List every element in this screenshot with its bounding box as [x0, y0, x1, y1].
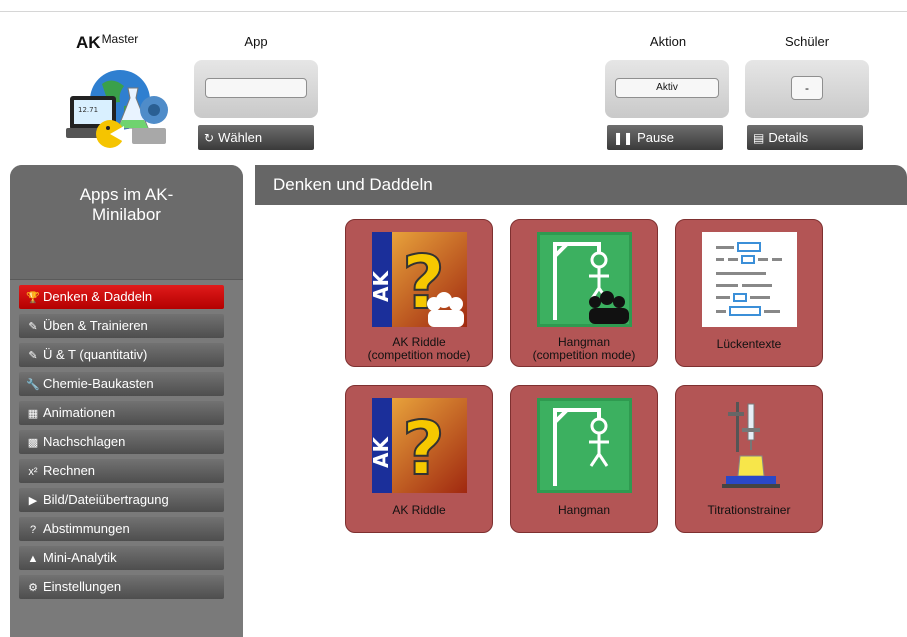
tile-label: Titrationstrainer: [707, 503, 791, 517]
tile-sublabel: (competition mode): [532, 348, 636, 362]
sidebar-nav: 🏆 Denken & Daddeln ✎ Üben & Trainieren ✎ Ü …: [19, 285, 224, 604]
ak-riddle-icon: AK ?: [372, 232, 467, 327]
tile-sublabel: (competition mode): [367, 348, 471, 362]
film-icon: ▦: [27, 408, 39, 420]
sidebar-item-ue-t-quantitativ[interactable]: ✎ Ü & T (quantitativ): [19, 343, 224, 367]
tile-hangman[interactable]: Hangman: [510, 385, 658, 533]
titration-icon: [722, 402, 780, 488]
hangman-icon: [537, 398, 632, 493]
schueler-slot: -: [745, 60, 869, 118]
tile-hangman-competition[interactable]: Hangman (competition mode): [510, 219, 658, 367]
sidebar-title: Apps im AK- Minilabor: [10, 165, 243, 280]
top-divider: [0, 11, 907, 12]
tile-label: AK Riddle: [392, 335, 446, 349]
tile-label: Hangman: [557, 503, 611, 517]
sidebar-item-einstellungen[interactable]: ⚙ Einstellungen: [19, 575, 224, 599]
tile-label: AK Riddle: [392, 503, 446, 517]
hangman-icon: [537, 232, 632, 327]
tile-ak-riddle[interactable]: AK ? AK Riddle: [345, 385, 493, 533]
tile-label: Lückentexte: [716, 337, 782, 351]
gear-icon: ⚙: [28, 582, 38, 594]
edit-icon: ✎: [28, 321, 38, 333]
sidebar-item-nachschlagen[interactable]: ▩ Nachschlagen: [19, 430, 224, 454]
aktion-label: Aktion: [649, 34, 687, 49]
details-button[interactable]: ▤ Details: [747, 125, 863, 150]
ak-riddle-icon: AK ?: [372, 398, 467, 493]
sidebar-item-bild-dateiuebertragung[interactable]: ▶ Bild/Dateiübertragung: [19, 488, 224, 512]
schueler-count-field: -: [791, 76, 823, 100]
sidebar-item-chemie-baukasten[interactable]: 🔧 Chemie-Baukasten: [19, 372, 224, 396]
tile-ak-riddle-competition[interactable]: AK ? AK Riddle (competition mode): [345, 219, 493, 367]
sidebar: Apps im AK- Minilabor 🏆 Denken & Daddeln …: [10, 165, 243, 637]
sidebar-item-denken-daddeln[interactable]: 🏆 Denken & Daddeln: [19, 285, 224, 309]
tile-lueckentexte[interactable]: Lückentexte: [675, 219, 823, 367]
app-grid: AK ? AK Riddle (competition mode) Hangman…: [255, 205, 907, 637]
svg-text:12.71: 12.71: [78, 106, 98, 114]
svg-text:AK: AK: [372, 436, 393, 468]
list-icon: ▤: [753, 131, 765, 145]
refresh-icon: ↻: [204, 131, 215, 145]
tile-titrationstrainer[interactable]: Titrationstrainer: [675, 385, 823, 533]
tile-label: Hangman: [557, 335, 611, 349]
brand-title: AKMaster: [76, 32, 139, 52]
book-icon: ▩: [27, 437, 39, 449]
waehlen-button[interactable]: ↻ Wählen: [198, 125, 314, 150]
sidebar-item-rechnen[interactable]: x² Rechnen: [19, 459, 224, 483]
akmaster-logo: 12.71: [66, 70, 168, 148]
question-icon: ?: [29, 524, 37, 536]
sidebar-item-ueben-trainieren[interactable]: ✎ Üben & Trainieren: [19, 314, 224, 338]
page-title: Denken und Daddeln: [255, 165, 907, 205]
wrench-icon: 🔧: [26, 379, 40, 391]
flask-icon: ▲: [27, 553, 39, 565]
superscript-icon: x²: [28, 466, 38, 478]
app-label: App: [244, 34, 268, 49]
aktion-slot: Aktiv: [605, 60, 729, 118]
camera-icon: ▶: [28, 495, 38, 507]
sidebar-item-animationen[interactable]: ▦ Animationen: [19, 401, 224, 425]
edit-icon: ✎: [28, 350, 38, 362]
app-field[interactable]: [205, 78, 307, 98]
app-slot: [194, 60, 318, 118]
status-field: Aktiv: [615, 78, 719, 98]
trophy-icon: 🏆: [26, 292, 40, 304]
svg-text:AK: AK: [372, 270, 393, 302]
sidebar-item-abstimmungen[interactable]: ? Abstimmungen: [19, 517, 224, 541]
sidebar-item-mini-analytik[interactable]: ▲ Mini-Analytik: [19, 546, 224, 570]
pause-icon: ❚❚: [613, 131, 634, 145]
svg-text:?: ?: [402, 406, 445, 492]
schueler-label: Schüler: [784, 34, 830, 49]
cloze-text-icon: [702, 232, 797, 327]
pause-button[interactable]: ❚❚ Pause: [607, 125, 723, 150]
